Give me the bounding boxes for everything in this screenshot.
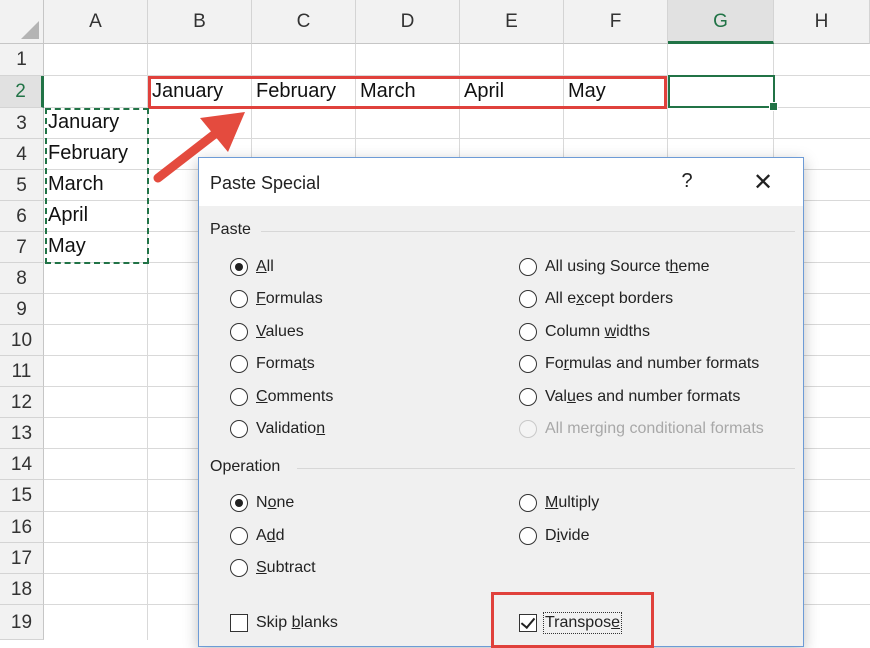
column-header-e[interactable]: E — [460, 0, 564, 44]
transpose-checkbox[interactable] — [519, 614, 537, 632]
option-label: Add — [256, 526, 285, 544]
select-all-corner[interactable] — [0, 0, 44, 44]
row-header-4[interactable]: 4 — [0, 139, 44, 170]
option-label: Subtract — [256, 559, 316, 576]
skip-blanks-label: Skip blanks — [256, 614, 338, 631]
option-label: None — [256, 494, 295, 511]
option-label: Formulas — [256, 290, 323, 308]
row-header-18[interactable]: 18 — [0, 574, 44, 605]
option-label: Formulas and number formats — [545, 355, 760, 373]
paste-all-except-borders-option[interactable]: All except borders — [519, 287, 673, 311]
select-all-triangle-icon — [21, 21, 39, 39]
radio-button[interactable] — [230, 355, 248, 374]
row-header-16[interactable]: 16 — [0, 512, 44, 543]
column-header-f[interactable]: F — [564, 0, 668, 44]
dialog-title: Paste Special — [210, 173, 321, 193]
row-header-17[interactable]: 17 — [0, 543, 44, 574]
row-header-11[interactable]: 11 — [0, 356, 44, 387]
copied-range-marquee — [45, 108, 149, 264]
radio-button — [519, 420, 537, 438]
radio-button[interactable] — [519, 494, 537, 512]
radio-button[interactable] — [230, 387, 248, 406]
row-header-14[interactable]: 14 — [0, 449, 44, 480]
option-label: Divide — [545, 526, 590, 544]
paste-validation-option[interactable]: Validation — [230, 417, 325, 441]
column-header-d[interactable]: D — [356, 0, 460, 44]
radio-button[interactable] — [230, 559, 248, 577]
column-header-h[interactable]: H — [774, 0, 870, 44]
row-header-1[interactable]: 1 — [0, 44, 44, 76]
paste-all-option[interactable]: All — [230, 255, 274, 279]
paste-special-dialog: Paste Special ? ✕ Paste All Formulas Value… — [198, 157, 804, 648]
row-header-12[interactable]: 12 — [0, 387, 44, 418]
paste-column-widths-option[interactable]: Column widths — [519, 320, 650, 344]
radio-button[interactable] — [519, 387, 537, 406]
row-header-2[interactable]: 2 — [0, 76, 44, 108]
row-header-8[interactable]: 8 — [0, 263, 44, 294]
paste-values-and-number-formats-option[interactable]: Values and number formats — [519, 385, 740, 409]
active-cell-g2[interactable] — [668, 75, 778, 111]
option-label: Validation — [256, 420, 326, 437]
operation-multiply-option[interactable]: Multiply — [519, 491, 599, 515]
radio-button[interactable] — [230, 526, 248, 545]
option-label: Multiply — [545, 494, 600, 511]
close-button[interactable]: ✕ — [751, 168, 775, 197]
option-label: All merging conditional formats — [545, 420, 764, 437]
operation-section-divider — [297, 468, 795, 469]
operation-none-option[interactable]: None — [230, 491, 294, 515]
option-label: Column widths — [545, 322, 650, 340]
paste-all-using-source-theme-option[interactable]: All using Source theme — [519, 255, 710, 279]
paste-formats-option[interactable]: Formats — [230, 352, 315, 376]
row-header-19[interactable]: 19 — [0, 605, 44, 640]
column-header-a[interactable]: A — [44, 0, 148, 44]
skip-blanks-checkbox[interactable] — [230, 614, 248, 632]
radio-button[interactable] — [519, 258, 537, 276]
radio-button[interactable] — [230, 290, 248, 309]
paste-all-merging-conditional-formats-option: All merging conditional formats — [519, 417, 764, 441]
option-label: Formats — [256, 355, 315, 373]
paste-comments-option[interactable]: Comments — [230, 385, 333, 409]
column-header-c[interactable]: C — [252, 0, 356, 44]
radio-button[interactable] — [230, 494, 248, 512]
row-header-15[interactable]: 15 — [0, 480, 44, 512]
radio-button[interactable] — [519, 290, 537, 309]
option-label: Values — [256, 322, 304, 340]
dialog-titlebar[interactable]: Paste Special ? ✕ — [199, 158, 803, 206]
radio-button[interactable] — [519, 322, 537, 341]
row-header-13[interactable]: 13 — [0, 418, 44, 449]
paste-values-option[interactable]: Values — [230, 320, 304, 344]
column-header-g[interactable]: G — [668, 0, 774, 44]
operation-divide-option[interactable]: Divide — [519, 524, 589, 548]
option-label: Comments — [256, 387, 334, 405]
option-label: Values and number formats — [545, 387, 741, 405]
paste-formulas-and-number-formats-option[interactable]: Formulas and number formats — [519, 352, 759, 376]
row-header-7[interactable]: 7 — [0, 232, 44, 263]
operation-section-label: Operation — [210, 458, 281, 475]
row-header-3[interactable]: 3 — [0, 108, 44, 139]
paste-formulas-option[interactable]: Formulas — [230, 287, 323, 311]
option-label: All using Source theme — [545, 258, 710, 275]
skip-blanks-checkbox-row[interactable]: Skip blanks — [230, 611, 338, 635]
column-header-b[interactable]: B — [148, 0, 252, 44]
row-header-5[interactable]: 5 — [0, 170, 44, 201]
row-header-10[interactable]: 10 — [0, 325, 44, 356]
help-button[interactable]: ? — [677, 170, 697, 193]
option-label: All except borders — [545, 290, 674, 308]
radio-button[interactable] — [230, 258, 248, 276]
fill-handle[interactable] — [769, 102, 778, 111]
radio-button[interactable] — [230, 322, 248, 341]
paste-section-divider — [261, 231, 795, 232]
transpose-checkbox-row[interactable]: Transpose — [519, 611, 623, 635]
row-header-6[interactable]: 6 — [0, 201, 44, 232]
radio-button[interactable] — [519, 355, 537, 374]
radio-button[interactable] — [519, 526, 537, 545]
radio-button[interactable] — [230, 420, 248, 438]
operation-subtract-option[interactable]: Subtract — [230, 556, 316, 580]
transpose-label: Transpose — [542, 612, 623, 634]
transposed-range-highlight — [148, 76, 667, 109]
operation-add-option[interactable]: Add — [230, 524, 284, 548]
option-label: All — [256, 258, 274, 275]
row-header-9[interactable]: 9 — [0, 294, 44, 325]
paste-section-label: Paste — [210, 221, 251, 238]
